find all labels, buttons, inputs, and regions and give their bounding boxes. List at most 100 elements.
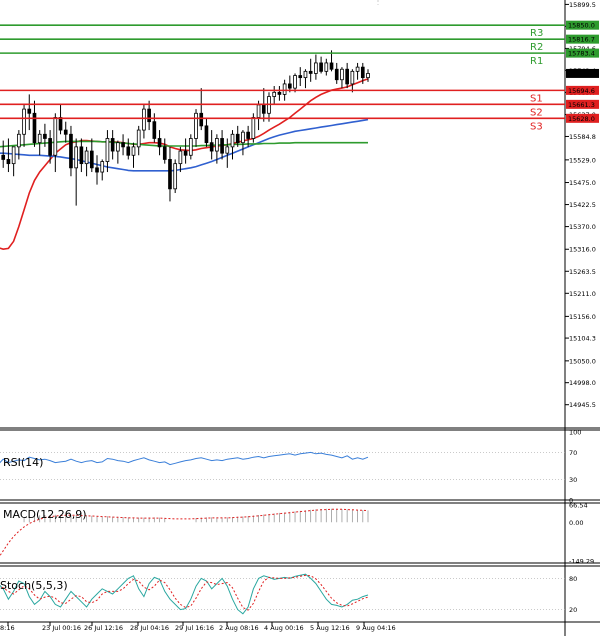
- candle-body: [48, 138, 52, 156]
- time-tick-label: 9 Aug 04:16: [356, 624, 396, 632]
- candle-body: [37, 133, 42, 144]
- candle-body: [110, 138, 115, 152]
- candle-body: [355, 66, 360, 72]
- stoch-title: Stoch(5,5,3): [0, 579, 68, 592]
- candle-body: [261, 104, 266, 114]
- macd-tick-label: 66.54: [569, 502, 588, 510]
- price-tick-label: 15370.0: [569, 223, 596, 231]
- stoch-tick-label: 20: [569, 606, 577, 614]
- price-tick-label: 15104.3: [569, 335, 596, 343]
- candle-body: [152, 121, 157, 139]
- pivot-price-label: 15694.6: [568, 87, 595, 95]
- candle-body: [79, 146, 84, 165]
- candle-body: [251, 117, 256, 139]
- price-tick-label: 15263.5: [569, 268, 596, 276]
- price-tick-label: 15899.5: [569, 1, 596, 9]
- candle-body: [183, 150, 188, 156]
- time-tick-label: 29 Jul 16:16: [175, 624, 214, 632]
- candle-body: [84, 150, 89, 165]
- time-axis: 8:16 23 Jul 00:16 26 Jul 12:16 28 Jul 04:16…: [0, 622, 396, 632]
- trading-chart: 15899.515847.315794.615742.415689.715637…: [0, 0, 600, 636]
- price-tick-label: 14945.5: [569, 401, 596, 409]
- time-tick-label: 2 Aug 08:16: [219, 624, 259, 632]
- price-tick-label: 15422.5: [569, 201, 596, 209]
- candle-body: [215, 138, 219, 152]
- pivot-price-label: 15661.3: [568, 101, 595, 109]
- price-tick-label: 14998.0: [569, 379, 596, 387]
- candle-body: [188, 138, 193, 156]
- candle-body: [126, 146, 131, 156]
- candle-body: [6, 159, 11, 165]
- candle-body: [272, 91, 277, 97]
- candle-body: [147, 108, 151, 123]
- price-tick-label: 15156.0: [569, 313, 596, 321]
- candle-body: [105, 138, 110, 162]
- candle-body: [314, 62, 318, 74]
- rsi-panel: 10070300: [0, 429, 600, 505]
- candle-body: [282, 83, 287, 95]
- candle-body: [308, 70, 313, 74]
- candle-body: [334, 68, 339, 81]
- candle-body: [168, 159, 172, 190]
- stoch-tick-label: 80: [569, 575, 577, 583]
- candle-body: [319, 62, 323, 72]
- candle-body: [350, 70, 355, 85]
- candle-body: [303, 70, 308, 79]
- price-tick-label: 15050.0: [569, 357, 596, 365]
- price-tick-label: 15529.0: [569, 156, 596, 164]
- candle-body: [235, 133, 240, 144]
- pivot-label-s3: S3: [530, 121, 543, 132]
- candle-body: [178, 150, 183, 165]
- pivot-price-label: 15783.4: [568, 50, 595, 58]
- candle-body: [329, 62, 334, 70]
- candle-body: [366, 73, 370, 79]
- candle-body: [209, 142, 214, 152]
- candle-body: [287, 83, 292, 89]
- candle-body: [1, 154, 6, 160]
- pivot-label-r2: R2: [530, 42, 543, 53]
- rsi-tick-label: 100: [569, 429, 581, 437]
- candle-body: [89, 150, 94, 169]
- price-tick-label: 15316.0: [569, 246, 596, 254]
- candle-body: [121, 142, 125, 148]
- candle-body: [204, 125, 209, 144]
- time-tick-label: 28 Jul 04:16: [130, 624, 169, 632]
- candle-body: [194, 112, 198, 139]
- pivot-label-r3: R3: [530, 28, 543, 39]
- rsi-line: [0, 451, 369, 466]
- rsi-tick-label: 30: [569, 476, 577, 484]
- candle-body: [11, 146, 16, 165]
- candle-body: [136, 129, 141, 148]
- candle-body: [220, 138, 224, 154]
- candle-body: [142, 108, 146, 131]
- candle-body: [241, 131, 245, 144]
- candle-body: [298, 75, 303, 79]
- macd-tick-label: -149.29: [569, 558, 594, 566]
- pivot-price-label: 15816.7: [568, 36, 595, 44]
- price-tick-label: 15211.0: [569, 290, 596, 298]
- pivot-price-label: 15628.0: [568, 115, 595, 123]
- candle-body: [230, 133, 235, 148]
- current-price-label: 15735.0: [568, 70, 595, 78]
- candle-body: [53, 117, 58, 156]
- candle-body: [74, 146, 79, 169]
- candle-body: [63, 129, 68, 135]
- candle-body: [324, 62, 329, 72]
- macd-panel: 66.54 0.00 -149.29: [0, 502, 600, 566]
- rsi-tick-label: 70: [569, 449, 577, 457]
- candle-body: [27, 108, 32, 114]
- pivot-label-s1: S1: [530, 93, 543, 104]
- pivot-label-s2: S2: [530, 107, 543, 118]
- candle-body: [277, 91, 282, 95]
- candle-body: [69, 133, 73, 169]
- price-panel: 15899.515847.315794.615742.415689.715637…: [0, 0, 600, 636]
- candle-body: [58, 117, 63, 131]
- candle-body: [225, 146, 230, 154]
- candle-body: [95, 167, 99, 173]
- time-tick-label: 8:16: [0, 624, 15, 632]
- candle-body: [131, 146, 136, 156]
- candle-body: [360, 66, 365, 79]
- time-tick-label: 23 Jul 00:16: [42, 624, 81, 632]
- macd-title: MACD(12,26,9): [3, 508, 87, 521]
- candle-body: [173, 163, 178, 190]
